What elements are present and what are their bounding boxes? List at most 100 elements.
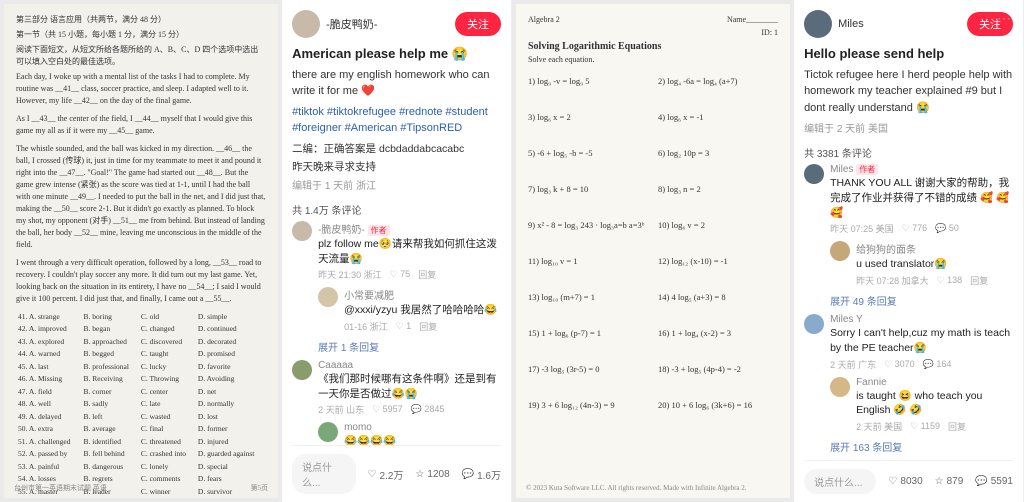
comments-list: -脆皮鸭奶- 作者 plz follow me🥺请来帮我如何抓住这泼天流量😭 昨… <box>292 221 501 445</box>
ws-footer: 台州市第一英语期末试题 英语 第5页 <box>14 484 268 494</box>
comment-author[interactable]: Miles Y <box>830 314 1013 325</box>
comment-likes[interactable]: 5957 <box>383 404 403 414</box>
comment-avatar[interactable] <box>830 377 850 397</box>
expand-replies[interactable]: 展开 1 条回复 <box>318 339 501 354</box>
comment-button[interactable]: 💬1.6万 <box>462 467 501 482</box>
post-side-pane: ⋯ Miles 关注 Hello please send help Tictok… <box>794 0 1023 502</box>
comment-avatar[interactable] <box>318 422 338 442</box>
comment-text: @xxxi/yzyu 我居然了哈哈哈哈😂 <box>344 303 501 318</box>
comment-likes[interactable]: 138 <box>947 275 962 285</box>
like-button[interactable]: ♡2.2万 <box>368 467 404 482</box>
heart-icon: ♡ <box>888 476 897 487</box>
follow-button[interactable]: 关注 <box>455 12 501 36</box>
like-button[interactable]: ♡8030 <box>888 476 922 487</box>
comment-avatar[interactable] <box>804 164 824 184</box>
reply-button[interactable]: 回复 <box>418 268 436 281</box>
comment-author[interactable]: Fannie <box>856 377 1013 388</box>
heart-icon: ♡ <box>368 469 377 480</box>
comment-text: u used translator😭 <box>856 257 1013 272</box>
comment-author[interactable]: 小常要减肥 <box>344 287 501 302</box>
post-footer: 说点什么... ♡2.2万 ☆1208 💬1.6万 <box>292 445 501 498</box>
comment-text: 《我们那时候哪有这条件啊》还是到有一天你是否做过😂😭 <box>318 372 501 401</box>
ws-p1: Each day, I woke up with a mental list o… <box>16 71 266 107</box>
author-avatar[interactable] <box>292 10 320 38</box>
ws-p3: The whistle sounded, and the ball was ki… <box>16 143 266 251</box>
post-side-pane: -脆皮鸭奶- 关注 American please help me 😭 ther… <box>282 0 511 502</box>
comment-author[interactable]: Caaaaa <box>318 360 501 371</box>
comment: Miles Y Sorry I can't help,cuz my math i… <box>804 314 1013 370</box>
comment-text: THANK YOU ALL 谢谢大家的帮助，我完成了作业并获得了不错的成绩 🥰 … <box>830 176 1013 220</box>
comment-likes[interactable]: 1 <box>406 321 411 331</box>
comment-time: 昨天 21:30 浙江 <box>318 268 382 281</box>
comment-avatar[interactable] <box>804 314 824 334</box>
english-worksheet: 第三部分 语言应用（共两节，满分 48 分） 第一节（共 15 小题，每小题 1… <box>4 4 278 498</box>
expand-replies[interactable]: 展开 49 条回复 <box>830 293 1013 308</box>
comment-likes[interactable]: 75 <box>400 269 410 279</box>
comment-input[interactable]: 说点什么... <box>804 469 876 494</box>
comment-replies[interactable]: 50 <box>949 223 959 233</box>
post-meta: 编辑于 1 天前 浙江 <box>292 177 501 192</box>
ws-sub2: 阅读下面短文，从短文所给各题所给的 A、B、C、D 四个选项中选出可以填入空白处… <box>16 44 266 66</box>
reply-button[interactable]: 回复 <box>419 320 437 333</box>
reply-button[interactable]: 回复 <box>948 420 966 433</box>
comment-time: 昨天 07:28 加拿大 <box>856 274 929 287</box>
comment-avatar[interactable] <box>292 360 312 380</box>
comment-text: is taught 😆 who teach you English 🤣 🤣 <box>856 389 1013 418</box>
ws-p4: I went through a very difficult operatio… <box>16 257 266 305</box>
like-count: 2.2万 <box>380 467 404 482</box>
post-title: Hello please send help <box>804 46 1013 63</box>
comment-author[interactable]: Miles <box>830 164 853 175</box>
ws-sub1: 第一节（共 15 小题，每小题 1 分，满分 15 分） <box>16 29 266 40</box>
reply-comment: momo 😂😂😂😂 2 天前 美国回复 <box>318 422 501 445</box>
comment-replies[interactable]: 2845 <box>424 404 444 414</box>
comment-author[interactable]: -脆皮鸭奶- <box>318 225 365 236</box>
post-body: Tictok refugee here I herd people help w… <box>804 67 1013 117</box>
comment-likes[interactable]: 776 <box>912 223 927 233</box>
more-icon[interactable]: ⋯ <box>997 10 1011 27</box>
post-footer: 说点什么... ♡8030 ☆879 💬5591 <box>804 460 1013 498</box>
comment-count: 5591 <box>991 476 1013 487</box>
comment: Miles 作者 THANK YOU ALL 谢谢大家的帮助，我完成了作业并获得… <box>804 164 1013 235</box>
ws-p2: As I __43__ the center of the field, I _… <box>16 113 266 137</box>
comment-avatar[interactable] <box>318 287 338 307</box>
reply-comment: 给狗狗的面条 u used translator😭 昨天 07:28 加拿大♡ … <box>830 241 1013 287</box>
comment-avatar[interactable] <box>292 221 312 241</box>
comment-input[interactable]: 说点什么... <box>292 454 355 494</box>
post-image-pane: 第三部分 语言应用（共两节，满分 48 分） 第一节（共 15 小题，每小题 1… <box>0 0 282 502</box>
post-extra2: 昨天晚来寻求支持 <box>292 159 501 174</box>
comment-time: 2 天前 美国 <box>856 420 902 433</box>
ws-name-field: Name________ <box>727 14 778 25</box>
comment-author[interactable]: momo <box>344 422 501 433</box>
comment-likes[interactable]: 3070 <box>895 359 915 369</box>
fav-count: 1208 <box>427 469 449 480</box>
author-avatar[interactable] <box>804 10 832 38</box>
fav-button[interactable]: ☆1208 <box>415 469 449 480</box>
comment-author[interactable]: 给狗狗的面条 <box>856 241 1013 256</box>
author-name[interactable]: Miles <box>838 18 961 30</box>
post-extra1: 二编：正确答案是 dcbdaddabcacabc <box>292 141 501 156</box>
post-tags[interactable]: #tiktok #tiktokrefugee #rednote #student… <box>292 104 501 137</box>
comment-time: 2 天前 山东 <box>318 403 364 416</box>
comment-time: 01-16 浙江 <box>344 320 388 333</box>
ws-footer-right: 第5页 <box>251 484 269 494</box>
comment-likes[interactable]: 1159 <box>921 421 940 431</box>
comment-avatar[interactable] <box>830 241 850 261</box>
author-name[interactable]: -脆皮鸭奶- <box>326 16 449 32</box>
expand-replies[interactable]: 展开 163 条回复 <box>830 439 1013 454</box>
math-problems: 1) log₉ -v = log₉ 52) log₄ -6a = log₄ (a… <box>528 72 778 430</box>
comment-text: 😂😂😂😂 <box>344 434 501 445</box>
comment: Caaaaa 《我们那时候哪有这条件啊》还是到有一天你是否做过😂😭 2 天前 山… <box>292 360 501 416</box>
ws-instr: Solve each equation. <box>528 54 778 65</box>
math-worksheet: Algebra 2Name________ ID: 1 Solving Loga… <box>516 4 790 498</box>
fav-button[interactable]: ☆879 <box>935 476 964 487</box>
comment-replies[interactable]: 164 <box>936 359 951 369</box>
author-tag: 作者 <box>368 225 390 236</box>
post-title: American please help me 😭 <box>292 46 501 63</box>
comments-list: Miles 作者 THANK YOU ALL 谢谢大家的帮助，我完成了作业并获得… <box>804 164 1013 460</box>
comment: -脆皮鸭奶- 作者 plz follow me🥺请来帮我如何抓住这泼天流量😭 昨… <box>292 221 501 281</box>
ws-section-header: 第三部分 语言应用（共两节，满分 48 分） <box>16 14 266 25</box>
comment-button[interactable]: 💬5591 <box>975 476 1013 487</box>
reply-button[interactable]: 回复 <box>970 274 988 287</box>
mcq-table: 41. A. strangeB. boringC. oldD. simple42… <box>16 311 266 498</box>
fav-count: 879 <box>947 476 964 487</box>
